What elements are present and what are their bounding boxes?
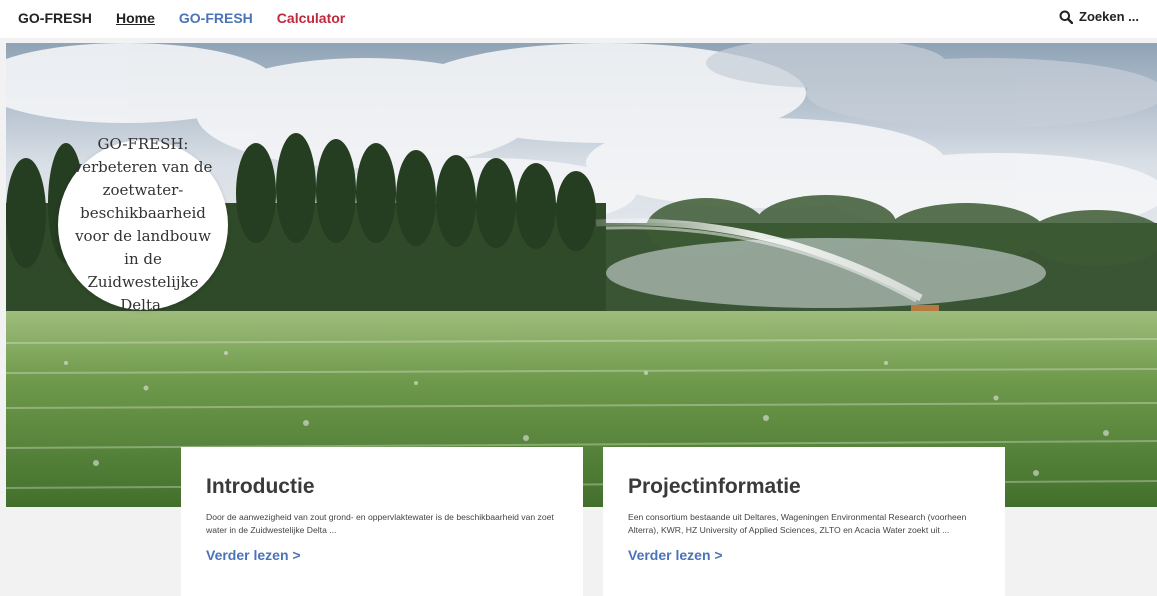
top-navigation: GO-FRESH Home GO-FRESH Calculator Zoeken… [0, 0, 1157, 38]
card-title: Introductie [206, 475, 315, 498]
card-text: Een consortium bestaande uit Deltares, W… [628, 512, 967, 535]
card-title: Projectinformatie [628, 475, 801, 498]
main-nav: Home GO-FRESH Calculator [116, 10, 345, 26]
read-more-link[interactable]: Verder lezen > [628, 547, 723, 563]
nav-go-fresh[interactable]: GO-FRESH [179, 10, 253, 26]
hero-image: GO-FRESH: verbeteren van de zoetwater-be… [6, 43, 1157, 507]
card-projectinformatie: Projectinformatie Een consortium bestaan… [603, 447, 1005, 596]
read-more-link[interactable]: Verder lezen > [206, 547, 301, 563]
nav-home[interactable]: Home [116, 10, 155, 26]
site-logo-link[interactable]: GO-FRESH [18, 10, 92, 26]
card-introductie: Introductie Door de aanwezigheid van zou… [181, 447, 583, 596]
nav-calculator[interactable]: Calculator [277, 10, 345, 26]
hero-tagline-bubble: GO-FRESH: verbeteren van de zoetwater-be… [58, 135, 228, 314]
search-placeholder[interactable]: Zoeken ... [1079, 9, 1139, 24]
search-toggle[interactable]: Zoeken ... [1059, 9, 1139, 24]
hero-tagline: GO-FRESH: verbeteren van de zoetwater-be… [73, 135, 213, 314]
search-icon[interactable] [1059, 10, 1074, 24]
card-text: Door de aanwezigheid van zout grond- en … [206, 512, 554, 535]
